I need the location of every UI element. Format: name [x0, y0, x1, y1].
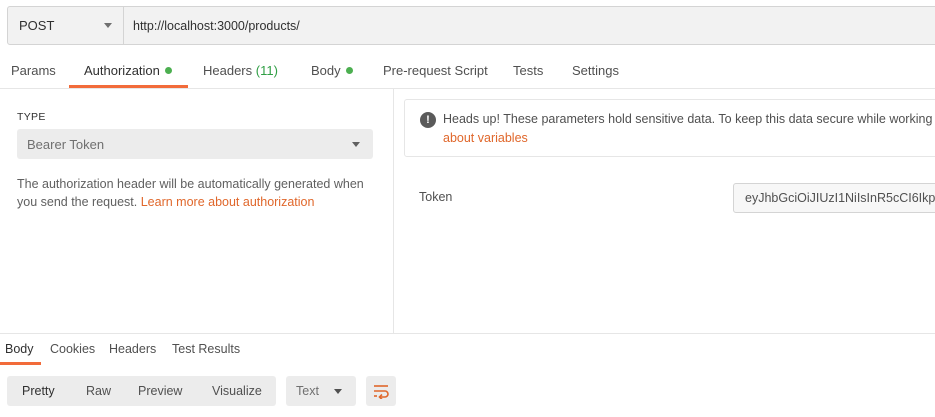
status-dot: [164, 67, 172, 74]
exclamation-icon: !: [420, 112, 436, 128]
variables-link[interactable]: about variables: [443, 129, 528, 148]
status-dot: [345, 67, 353, 74]
tab-settings[interactable]: Settings: [572, 54, 619, 88]
wrap-lines-icon: [374, 385, 389, 399]
url-input[interactable]: http://localhost:3000/products/: [124, 7, 935, 44]
learn-more-link[interactable]: Learn more about authorization: [141, 195, 315, 209]
view-visualize-button[interactable]: Visualize: [212, 376, 262, 406]
tab-body[interactable]: Body: [311, 54, 353, 88]
wrap-lines-button[interactable]: [366, 376, 396, 406]
tab-label: Tests: [513, 63, 544, 78]
active-tab-indicator: [69, 85, 188, 88]
view-preview-button[interactable]: Preview: [138, 376, 182, 406]
headers-count: (11): [255, 63, 278, 78]
tab-label: Pre-request Script: [383, 63, 488, 78]
tab-authorization[interactable]: Authorization: [84, 54, 172, 88]
tab-label: Settings: [572, 63, 619, 78]
response-tab-cookies[interactable]: Cookies: [50, 342, 95, 356]
view-pretty-button[interactable]: Pretty: [22, 376, 55, 406]
token-label: Token: [419, 190, 453, 204]
auth-description: The authorization header will be automat…: [17, 175, 379, 211]
format-value: Text: [296, 384, 319, 398]
tab-label: Authorization: [84, 63, 160, 78]
response-divider: [0, 333, 935, 334]
tab-label: Body: [311, 63, 341, 78]
url-bar: POST http://localhost:3000/products/: [7, 6, 935, 45]
tab-params[interactable]: Params: [11, 54, 56, 88]
sensitive-data-notice: ! Heads up! These parameters hold sensit…: [404, 99, 935, 157]
auth-type-pane: TYPE Bearer Token The authorization head…: [0, 89, 394, 333]
auth-type-select[interactable]: Bearer Token: [17, 129, 373, 159]
format-select[interactable]: Text: [286, 376, 356, 406]
response-tab-body[interactable]: Body: [5, 342, 34, 356]
type-label: TYPE: [17, 111, 46, 123]
view-mode-group: Pretty Raw Preview Visualize: [7, 376, 276, 406]
auth-type-value: Bearer Token: [27, 136, 105, 152]
token-input[interactable]: eyJhbGciOiJIUzI1NiIsInR5cCI6IkpXVCJ9: [733, 183, 935, 213]
notice-text: Heads up! These parameters hold sensitiv…: [443, 112, 933, 126]
chevron-down-icon: [334, 388, 342, 394]
tab-label: Params: [11, 63, 56, 78]
tab-pre-request-script[interactable]: Pre-request Script: [383, 54, 488, 88]
tab-headers[interactable]: Headers (11): [203, 54, 278, 88]
method-select[interactable]: POST: [8, 7, 124, 44]
method-label: POST: [19, 18, 55, 33]
view-raw-button[interactable]: Raw: [86, 376, 111, 406]
tab-label: Headers: [203, 63, 253, 78]
response-tab-test-results[interactable]: Test Results: [172, 342, 240, 356]
response-tab-headers[interactable]: Headers: [109, 342, 156, 356]
chevron-down-icon: [104, 23, 112, 28]
tab-tests[interactable]: Tests: [513, 54, 543, 88]
response-active-tab-indicator: [0, 362, 41, 365]
chevron-down-icon: [352, 141, 360, 147]
request-tabs: Params Authorization Headers (11) Body P…: [0, 54, 935, 89]
